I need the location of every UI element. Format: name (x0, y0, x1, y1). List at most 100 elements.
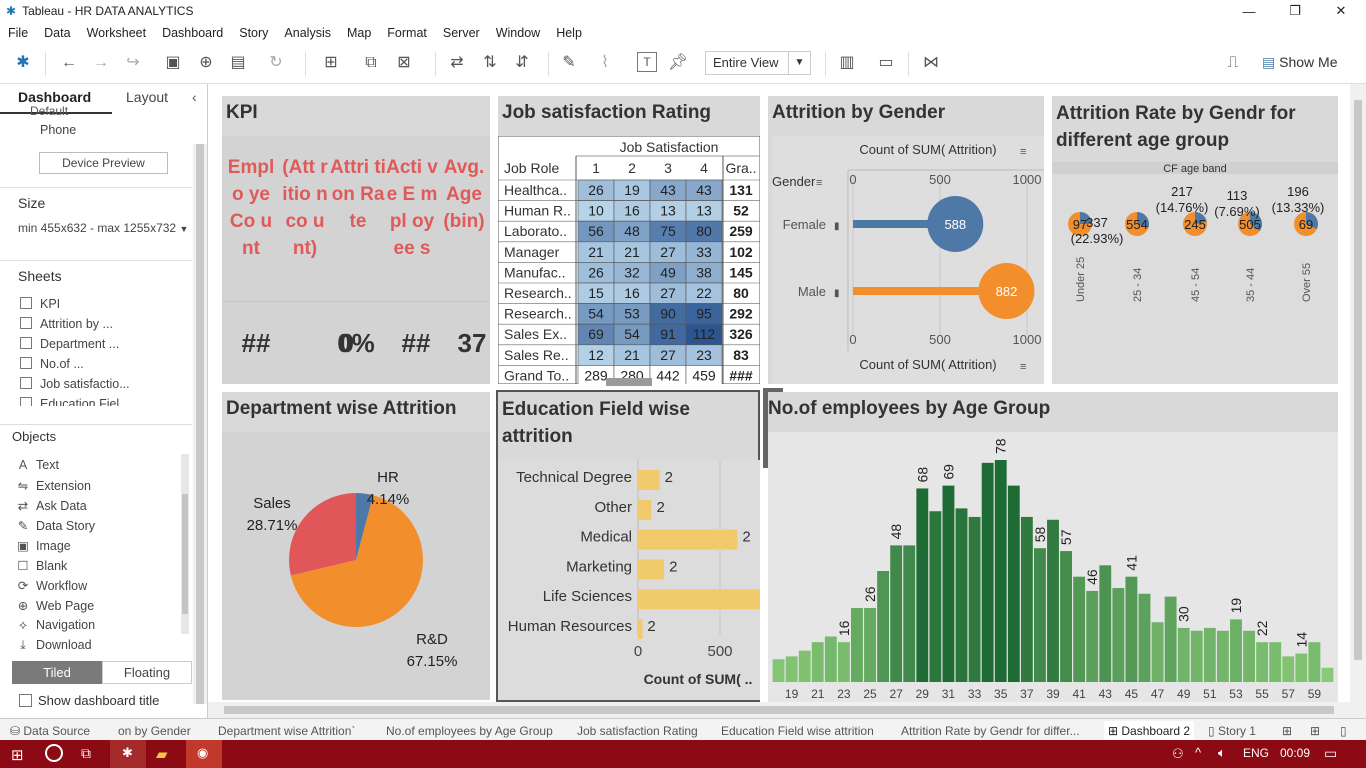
highlight-icon[interactable]: ✎ (558, 52, 580, 74)
search-icon[interactable] (45, 744, 63, 762)
object-item[interactable]: ⤓ Download (16, 638, 91, 653)
new-sheet-icon[interactable]: ⊞ (1282, 724, 1292, 738)
device-default[interactable]: Default (30, 104, 68, 116)
drag-handle[interactable] (606, 378, 652, 386)
tab-education-field[interactable]: Education Field wise attrition (721, 724, 874, 738)
kpi-panel[interactable]: KPI Emplo ye Co unt (Att ritio n co unt) A… (222, 96, 490, 384)
language-indicator[interactable]: ENG (1243, 746, 1269, 760)
tab-attrition-rate[interactable]: Attrition Rate by Gendr for differ... (901, 724, 1080, 738)
object-item[interactable]: ⟳ Workflow (16, 578, 87, 593)
education-chart[interactable]: Technical Degree 2 Other 2 Medical 2 Marketing… (498, 460, 760, 700)
floating-button[interactable]: Floating (102, 661, 192, 684)
file-explorer-icon[interactable]: ▰ (156, 745, 168, 763)
sheet-item[interactable]: No.of ... (20, 357, 84, 371)
age-panel[interactable]: No.of employees by Age Group 16 26 48 68 69 7… (768, 392, 1338, 702)
swap-icon[interactable]: ⇄ (446, 52, 468, 74)
task-view-icon[interactable]: ⧉ (81, 745, 91, 762)
sort-asc-icon[interactable]: ⇅ (479, 52, 501, 74)
object-item[interactable]: ⟡ Navigation (16, 618, 95, 633)
close-button[interactable]: ✕ (1318, 0, 1364, 22)
minimize-button[interactable]: — (1226, 0, 1272, 22)
clock[interactable]: 00:09 (1280, 746, 1310, 760)
menu-analysis[interactable]: Analysis (276, 26, 339, 40)
refresh-icon[interactable]: ↻ (265, 52, 287, 74)
tab-layout[interactable]: Layout (126, 89, 168, 113)
presentation-icon[interactable]: ▭ (875, 52, 897, 74)
replay-icon[interactable]: ↪ (122, 52, 144, 74)
age-gender-panel[interactable]: Attrition Rate by Gendr for different ag… (1052, 96, 1338, 384)
tiled-button[interactable]: Tiled (12, 661, 102, 684)
save-icon[interactable]: ▣ (162, 52, 184, 74)
menu-worksheet[interactable]: Worksheet (79, 26, 155, 40)
menu-dashboard[interactable]: Dashboard (154, 26, 231, 40)
tab-story-1[interactable]: ▯ Story 1 (1208, 724, 1256, 738)
tray-chevron-icon[interactable]: ^ (1195, 745, 1201, 760)
job-satisfaction-table[interactable]: Job SatisfactionJob Role 1 2 3 4 Gra..Healthc… (498, 136, 760, 384)
size-dropdown[interactable]: min 455x632 - max 1255x732 ▼ (18, 221, 188, 235)
windows-start-icon[interactable]: ⊞ (11, 746, 24, 764)
show-cards-icon[interactable]: ▥ (836, 52, 858, 74)
tab-attrition-by-gender[interactable]: on by Gender (118, 724, 191, 738)
menu-story[interactable]: Story (231, 26, 276, 40)
object-item[interactable]: ☐ Blank (16, 558, 67, 573)
menu-help[interactable]: Help (548, 26, 590, 40)
objects-scrollbar[interactable] (181, 454, 189, 634)
tableau-icon[interactable]: ✱ (12, 52, 34, 74)
app-taskbar-icon[interactable]: ◉ (186, 740, 222, 768)
redo-icon[interactable]: → (90, 52, 112, 74)
menu-server[interactable]: Server (435, 26, 488, 40)
sheet-item[interactable]: Attrition by ... (20, 317, 113, 331)
dashboard-horizontal-scrollbar[interactable] (208, 702, 1350, 718)
sheet-item[interactable]: Education Fiel... (20, 397, 130, 406)
tableau-taskbar-icon[interactable]: ✱ (110, 740, 146, 768)
device-preview-button[interactable]: Device Preview (39, 152, 168, 174)
show-title-checkbox[interactable] (19, 694, 32, 707)
gender-panel[interactable]: Attrition by Gender Count of SUM( Attrit… (768, 96, 1044, 384)
notifications-icon[interactable]: ▭ (1324, 745, 1337, 762)
object-item[interactable]: ⇄ Ask Data (16, 498, 87, 513)
menu-data[interactable]: Data (36, 26, 78, 40)
object-item[interactable]: ⇋ Extension (16, 478, 91, 493)
menu-format[interactable]: Format (379, 26, 435, 40)
department-panel[interactable]: Department wise Attrition HR 4.14% Sales 28… (222, 392, 490, 700)
undo-icon[interactable]: ← (58, 52, 80, 74)
object-item[interactable]: ▣ Image (16, 538, 71, 553)
attach-icon[interactable]: ⌇ (594, 52, 616, 74)
fit-dropdown[interactable]: Entire View ▼ (705, 51, 811, 75)
object-item[interactable]: A Text (16, 458, 59, 472)
tab-age-group[interactable]: No.of employees by Age Group (386, 724, 553, 738)
object-item[interactable]: ✎ Data Story (16, 518, 95, 533)
clear-icon[interactable]: ⊠ (393, 52, 415, 74)
education-panel[interactable]: Education Field wise attrition Technical… (496, 390, 760, 702)
restore-button[interactable]: ❐ (1272, 0, 1318, 22)
sheet-item[interactable]: Job satisfactio... (20, 377, 130, 391)
age-gender-chart[interactable]: CF age band 97 Under 25 554 25 - 34 245 45 - 5… (1052, 162, 1338, 384)
share-icon[interactable]: ⋈ (920, 52, 942, 74)
sheet-item[interactable]: Department ... (20, 337, 119, 351)
device-phone[interactable]: Phone (40, 123, 76, 137)
left-panel-scrollbar[interactable] (193, 144, 207, 704)
tab-job-satisfaction[interactable]: Job satisfaction Rating (577, 724, 698, 738)
new-datasource-icon[interactable]: ⊕ (195, 52, 217, 74)
age-bar-chart[interactable]: 16 26 48 68 69 78 58 57 46 41 30 19 22 14 19 21 23 25 27 29… (768, 432, 1338, 702)
new-dashboard-icon[interactable]: ⊞ (1310, 724, 1320, 738)
people-icon[interactable]: ⚇ (1172, 746, 1184, 762)
data-source-tab[interactable]: ⛁ Data Source (10, 724, 90, 738)
show-me-button[interactable]: ▤ Show Me (1262, 54, 1337, 71)
text-labels-icon[interactable]: T (637, 52, 657, 72)
sheet-item[interactable]: KPI (20, 297, 60, 311)
menu-window[interactable]: Window (488, 26, 548, 40)
dashboard-vertical-scrollbar[interactable] (1350, 84, 1366, 718)
new-story-icon[interactable]: ▯ (1340, 724, 1347, 738)
menu-map[interactable]: Map (339, 26, 379, 40)
gender-chart[interactable]: Count of SUM( Attrition) Count of SUM( At… (768, 136, 1044, 384)
new-worksheet-icon[interactable]: ⊞ (320, 52, 342, 74)
collapse-panel-icon[interactable]: ‹ (192, 89, 197, 105)
duplicate-icon[interactable]: ⧉ (360, 52, 382, 74)
pause-icon[interactable]: ▤ (227, 52, 249, 74)
speaker-icon[interactable]: 🔈︎ (1218, 745, 1226, 761)
format-painter-icon[interactable]: ⎍ (1222, 52, 1244, 74)
tab-dashboard-2[interactable]: ⊞ Dashboard 2 (1104, 721, 1195, 741)
sort-desc-icon[interactable]: ⇵ (511, 52, 533, 74)
job-satisfaction-panel[interactable]: Job satisfaction Rating Job Satisfaction… (498, 96, 760, 384)
